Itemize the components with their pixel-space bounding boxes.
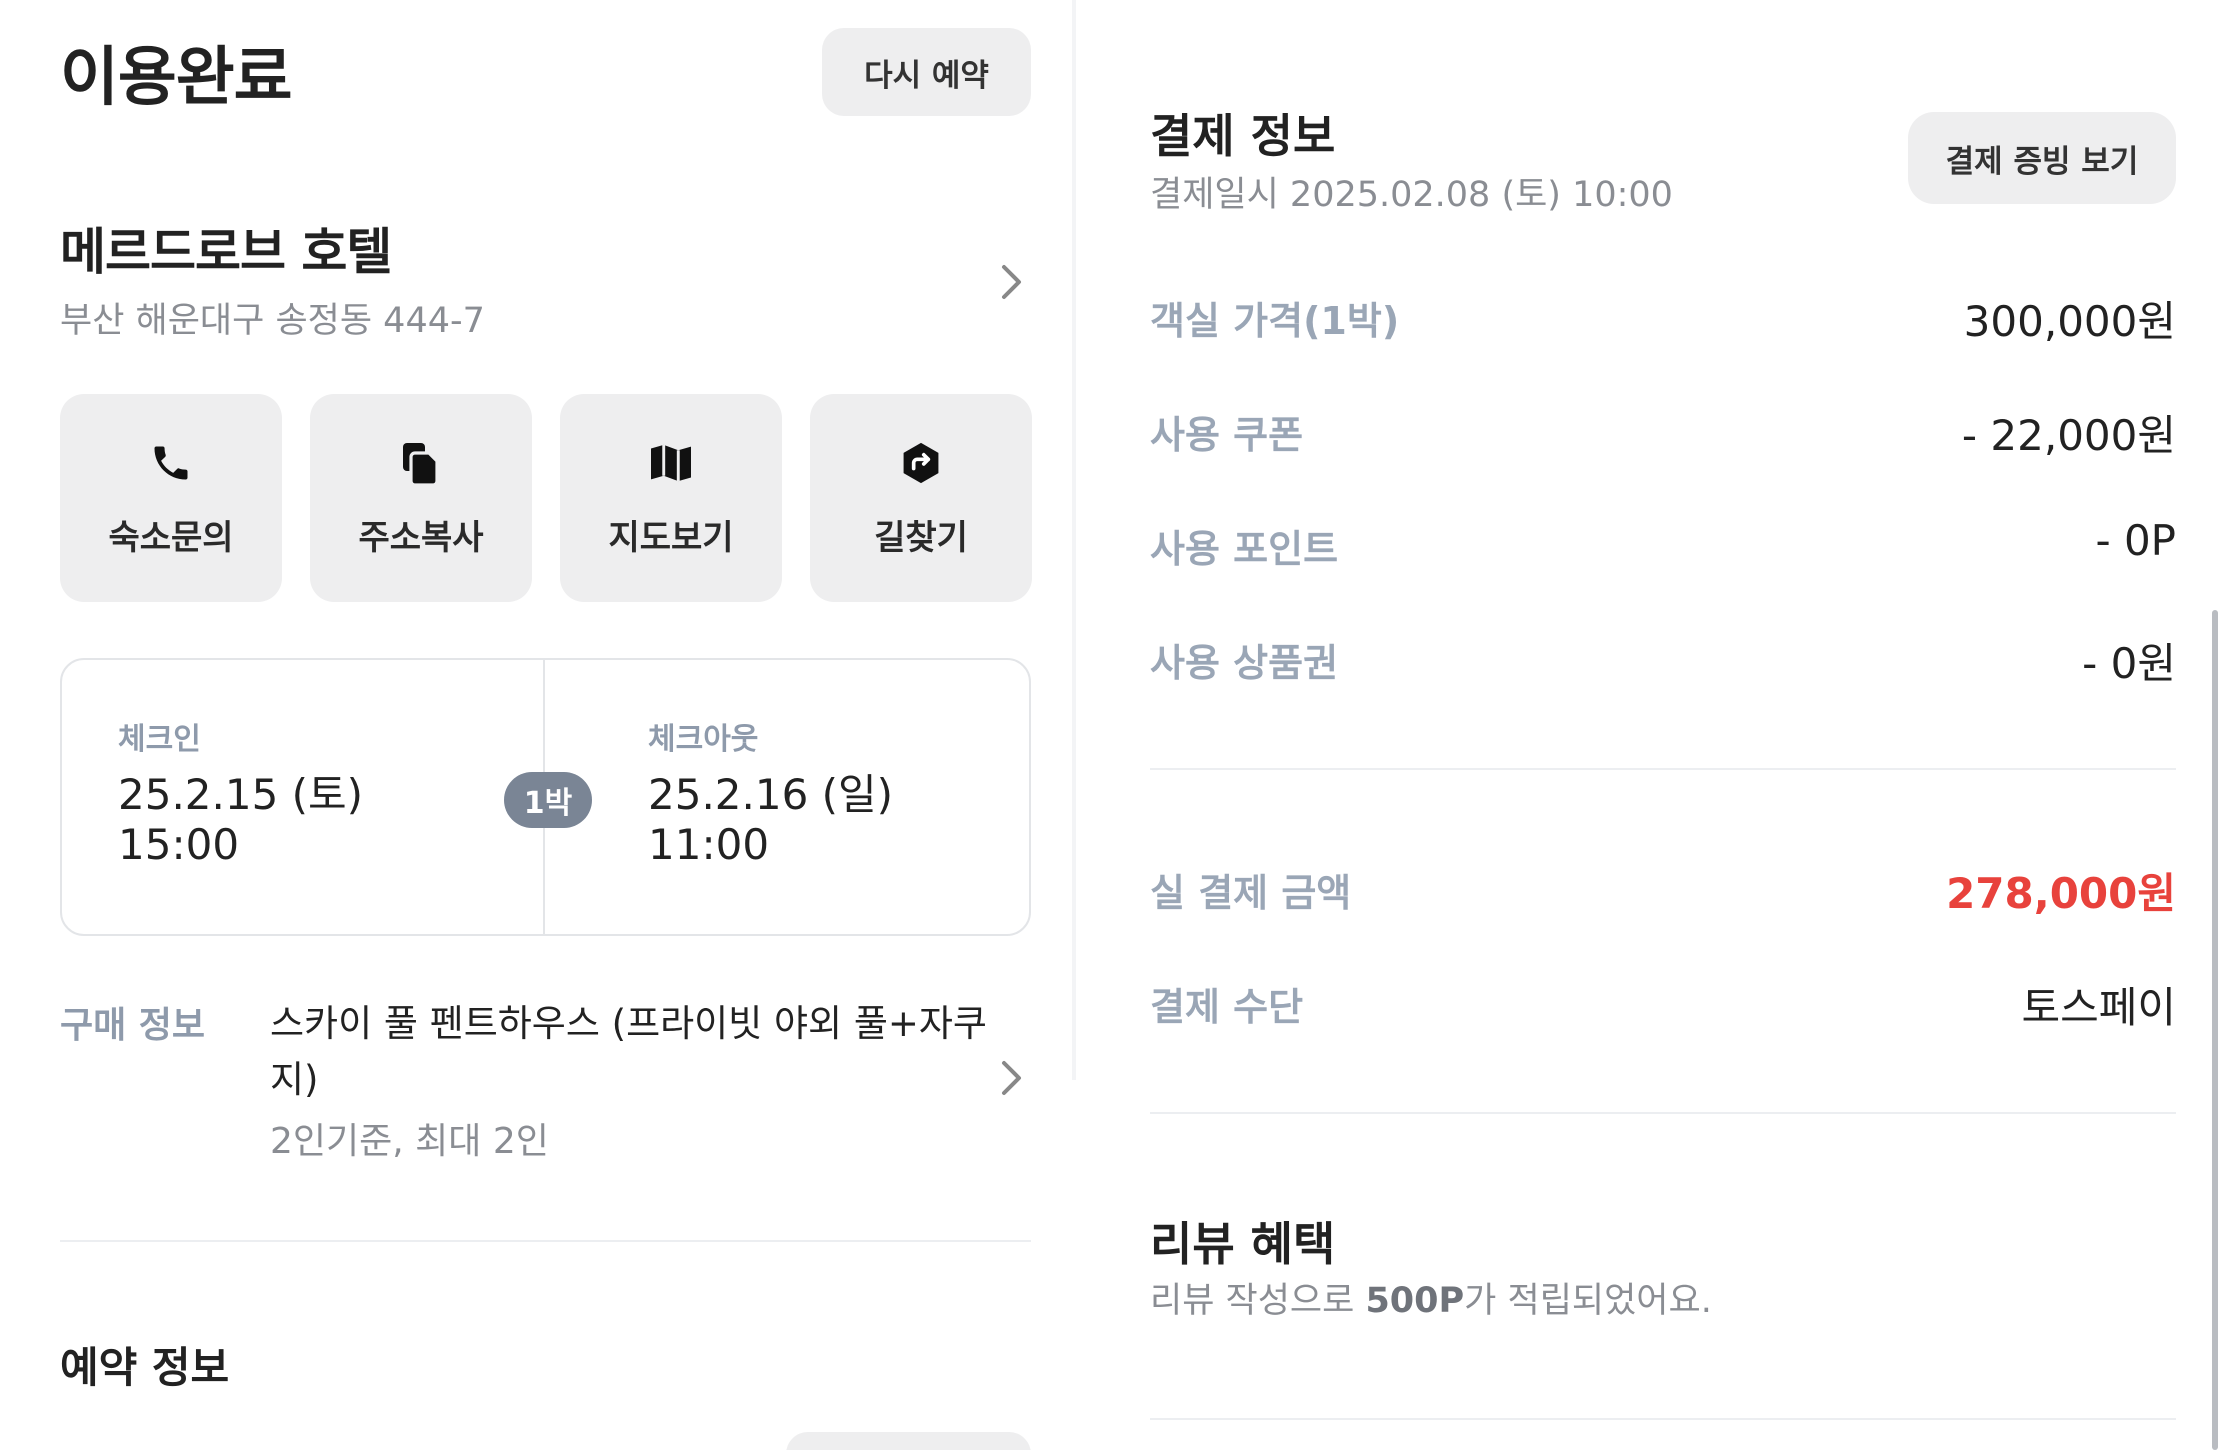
coupon-value: - 22,000원	[1961, 411, 2176, 460]
room-price-label: 객실 가격(1박)	[1150, 299, 1400, 343]
gift-card-label: 사용 상품권	[1150, 641, 1339, 685]
inquiry-button[interactable]: 숙소문의	[60, 394, 282, 602]
directions-label: 길찾기	[874, 518, 968, 558]
map-label: 지도보기	[608, 518, 734, 558]
column-divider	[1072, 0, 1076, 1080]
review-desc-suffix: 가 적립되었어요.	[1464, 1281, 1712, 1321]
payment-method-value: 토스페이	[2021, 983, 2176, 1032]
checkin-label: 체크인	[118, 722, 201, 757]
directions-button[interactable]: 길찾기	[810, 394, 1032, 602]
reservation-info-title: 예약 정보	[60, 1343, 230, 1392]
payment-info-title: 결제 정보	[1150, 109, 1336, 163]
payment-receipt-button[interactable]: 결제 증빙 보기	[1908, 112, 2176, 204]
points-label: 사용 포인트	[1150, 527, 1339, 571]
reservation-action-button[interactable]	[786, 1432, 1031, 1450]
purchase-capacity: 2인기준, 최대 2인	[270, 1121, 549, 1162]
review-benefit-title: 리뷰 혜택	[1150, 1217, 1336, 1271]
chevron-right-icon[interactable]	[992, 1058, 1032, 1098]
checkout-date: 25.2.16 (일)	[648, 770, 894, 819]
purchase-info-label: 구매 정보	[60, 1005, 206, 1046]
map-icon	[646, 438, 696, 488]
review-points: 500P	[1365, 1281, 1465, 1321]
reservation-detail-page: 이용완료 다시 예약 메르드로브 호텔 부산 해운대구 송정동 444-7 숙소…	[0, 0, 2226, 1450]
scrollbar[interactable]	[2212, 610, 2218, 1450]
section-divider	[1150, 768, 2176, 770]
purchase-product-name[interactable]: 스카이 풀 펜트하우스 (프라이빗 야외 풀+자쿠지)	[270, 996, 990, 1108]
checkin-date: 25.2.15 (토)	[118, 770, 364, 819]
checkin-section: 체크인 25.2.15 (토) 15:00	[118, 714, 363, 870]
payment-date: 결제일시 2025.02.08 (토) 10:00	[1150, 175, 1673, 215]
copy-icon	[396, 438, 446, 488]
phone-icon	[146, 438, 196, 488]
nights-badge: 1박	[504, 772, 592, 828]
payment-method-label: 결제 수단	[1150, 985, 1304, 1029]
room-price-value: 300,000원	[1963, 297, 2176, 346]
hotel-name[interactable]: 메르드로브 호텔	[60, 212, 392, 284]
section-divider	[1150, 1112, 2176, 1114]
section-divider	[1150, 1418, 2176, 1420]
stay-period-card: 체크인 25.2.15 (토) 15:00 1박 체크아웃 25.2.16 (일…	[60, 658, 1031, 936]
map-button[interactable]: 지도보기	[560, 394, 782, 602]
checkin-time: 15:00	[118, 820, 240, 869]
quick-actions: 숙소문의 주소복사 지도보기 길찾기	[60, 394, 1032, 602]
review-benefit-desc: 리뷰 작성으로 500P가 적립되었어요.	[1150, 1272, 1712, 1323]
checkout-label: 체크아웃	[648, 722, 759, 757]
left-panel: 이용완료 다시 예약 메르드로브 호텔 부산 해운대구 송정동 444-7 숙소…	[0, 0, 1072, 1450]
page-title: 이용완료	[60, 41, 293, 115]
copy-address-label: 주소복사	[358, 518, 484, 558]
review-desc-prefix: 리뷰 작성으로	[1150, 1281, 1366, 1321]
total-payment-value: 278,000원	[1946, 869, 2176, 918]
coupon-label: 사용 쿠폰	[1150, 413, 1304, 457]
points-value: - 0P	[2095, 516, 2176, 565]
gift-card-value: - 0원	[2082, 639, 2176, 688]
rebook-button[interactable]: 다시 예약	[822, 28, 1031, 116]
checkout-time: 11:00	[648, 820, 770, 869]
chevron-right-icon[interactable]	[992, 262, 1032, 302]
directions-icon	[896, 438, 946, 488]
total-payment-label: 실 결제 금액	[1150, 871, 1352, 915]
copy-address-button[interactable]: 주소복사	[310, 394, 532, 602]
checkout-section: 체크아웃 25.2.16 (일) 11:00	[648, 714, 893, 870]
inquiry-label: 숙소문의	[108, 518, 234, 558]
hotel-address: 부산 해운대구 송정동 444-7	[60, 301, 485, 341]
section-divider	[60, 1240, 1031, 1242]
